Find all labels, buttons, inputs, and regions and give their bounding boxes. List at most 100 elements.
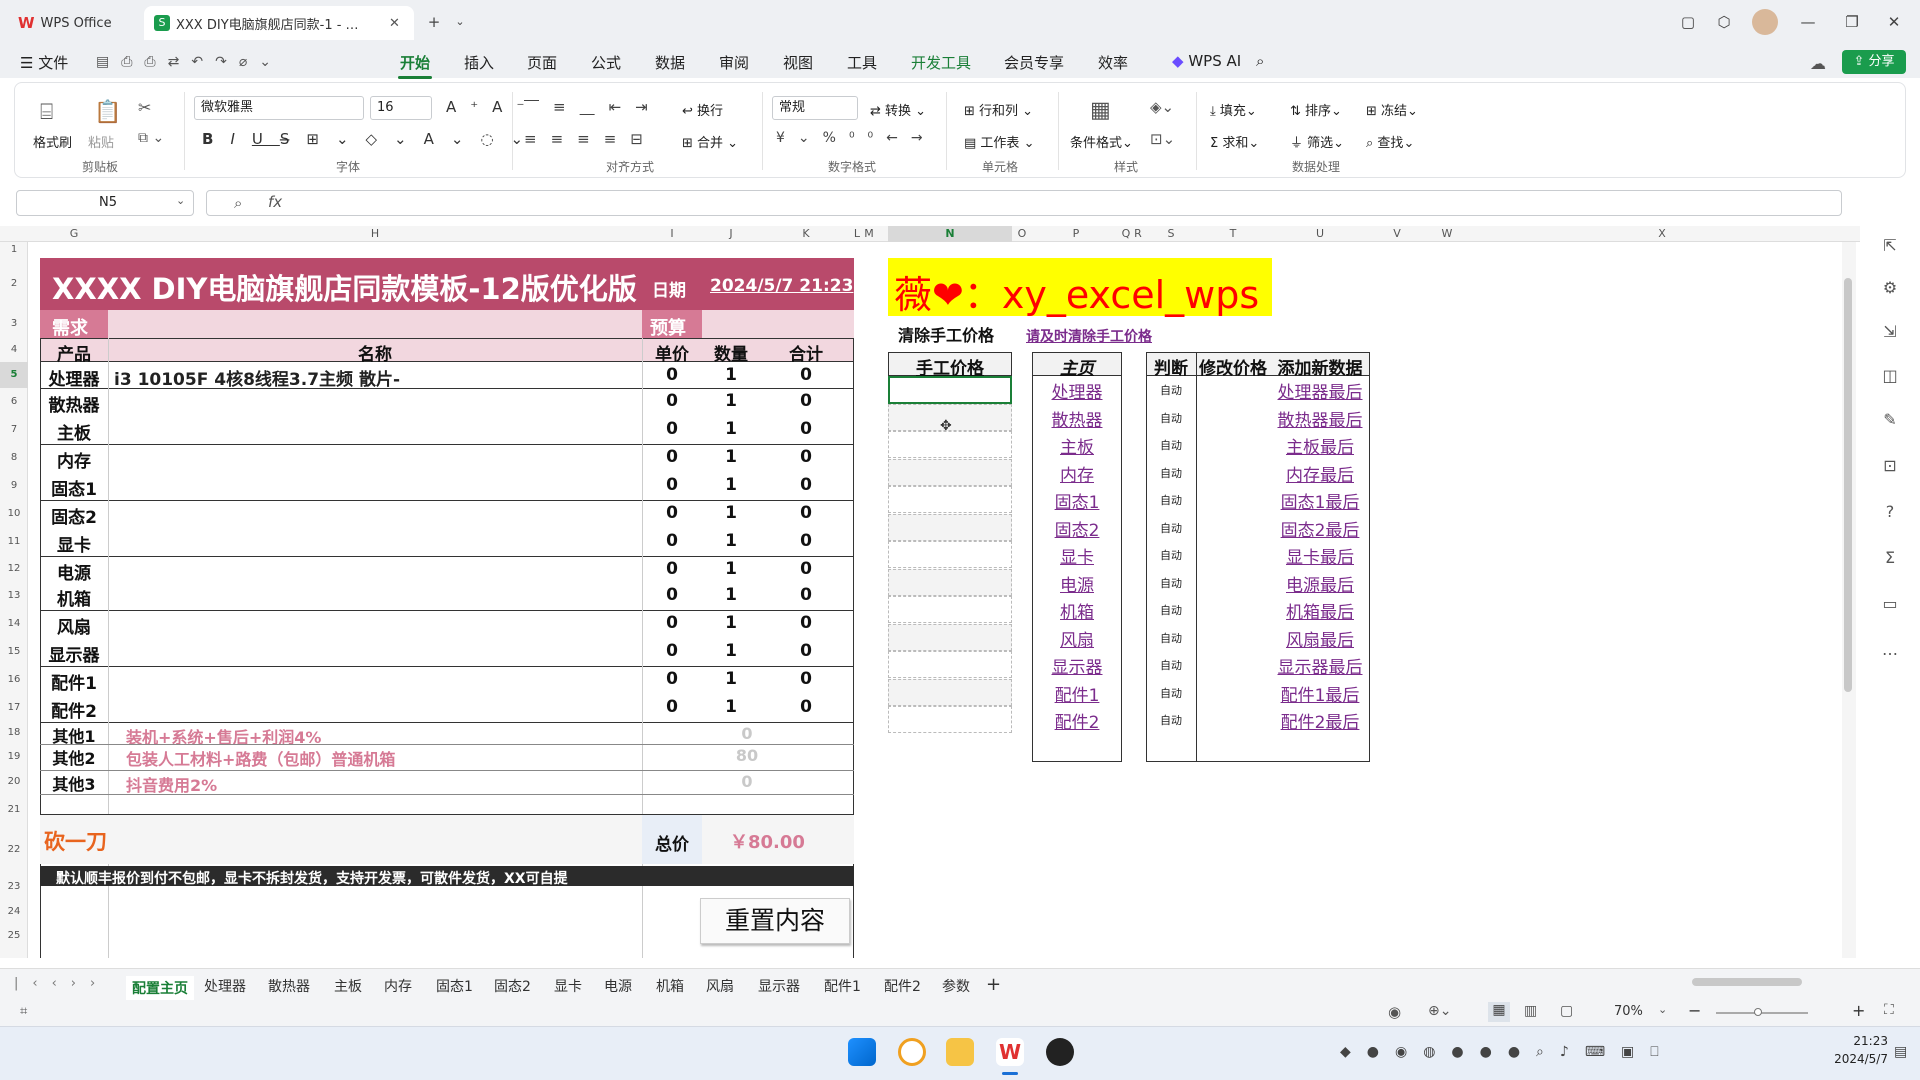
vertical-scroll-thumb[interactable] (1844, 278, 1852, 692)
menu-data[interactable]: 数据 (655, 52, 685, 73)
adjust-icon[interactable]: ⚙ (1880, 278, 1900, 298)
row-col-button[interactable]: ⊞ 行和列 ⌄ (964, 100, 1033, 119)
horizontal-scrollbar[interactable] (1676, 976, 1836, 988)
horizontal-scroll-thumb[interactable] (1692, 978, 1802, 986)
format-painter-button[interactable]: 格式刷 (33, 132, 72, 151)
menu-formula[interactable]: 公式 (591, 52, 621, 73)
conditional-format-icon[interactable]: ▦ (1090, 98, 1111, 123)
number-format-icons[interactable]: ¥⌄%⁰⁰←→ (776, 130, 936, 146)
cut-icon[interactable]: ✂ (138, 98, 151, 117)
find-button[interactable]: ⌕ 查找⌄ (1366, 132, 1414, 151)
manual-price-cell[interactable] (888, 541, 1012, 568)
unit-price[interactable]: 0 (642, 391, 702, 411)
col-header-v[interactable]: V (1370, 226, 1424, 242)
product-name[interactable]: i3 10105F 4核8线程3.7主频 散片- (114, 365, 634, 390)
avatar[interactable] (1752, 9, 1778, 35)
add-data-link[interactable]: 处理器最后 (1270, 378, 1370, 403)
help-icon[interactable]: ? (1880, 502, 1900, 522)
pointer-icon[interactable]: ⇱ (1880, 236, 1900, 256)
freeze-button[interactable]: ⊞ 冻结⌄ (1366, 100, 1418, 119)
quantity[interactable]: 1 (702, 697, 760, 717)
unit-price[interactable]: 0 (642, 531, 702, 551)
unit-price[interactable]: 0 (642, 613, 702, 633)
share-button[interactable]: ⇪ 分享 (1842, 50, 1906, 74)
sort-button[interactable]: ⇅ 排序⌄ (1290, 100, 1342, 119)
row-header[interactable]: 8 (0, 444, 28, 472)
home-link[interactable]: 固态2 (1032, 516, 1122, 541)
home-link[interactable]: 电源 (1032, 571, 1122, 596)
worksheet-button[interactable]: ▤ 工作表 ⌄ (964, 132, 1034, 151)
add-sheet-icon[interactable]: + (986, 974, 1001, 995)
page-break-icon[interactable]: ▢ (1560, 1003, 1573, 1019)
home-link[interactable]: 散热器 (1032, 406, 1122, 431)
sheet-tab[interactable]: 主板 (334, 976, 362, 996)
add-data-link[interactable]: 电源最后 (1270, 571, 1370, 596)
tools-icon[interactable]: ✎ (1880, 410, 1900, 430)
macro-icon[interactable]: ⌗ (20, 1004, 27, 1019)
quantity[interactable]: 1 (702, 503, 760, 523)
col-header-m[interactable]: M (862, 226, 876, 242)
fullscreen-icon[interactable]: ⛶ (1884, 1002, 1894, 1018)
col-header-s[interactable]: S (1146, 226, 1196, 242)
font-style-icons[interactable]: BIUS̶⊞⌄◇⌄A⌄◌⌄ (202, 130, 540, 148)
sheet-tab[interactable]: 显卡 (554, 976, 582, 996)
windows-start-icon[interactable] (848, 1038, 876, 1066)
minimize-icon[interactable]: — (1796, 10, 1820, 34)
file-explorer-icon[interactable] (946, 1038, 974, 1066)
merge-button[interactable]: ⊞ 合并 ⌄ (682, 132, 738, 151)
convert-button[interactable]: ⇄ 转换 ⌄ (870, 100, 926, 119)
obs-icon[interactable] (1046, 1038, 1074, 1066)
zoom-out-icon[interactable]: − (1688, 1001, 1701, 1020)
col-header-g[interactable]: G (40, 226, 108, 242)
paste-icon[interactable]: 📋 (94, 100, 121, 125)
cube-icon[interactable]: ⬡ (1712, 10, 1736, 34)
add-data-link[interactable]: 配件1最后 (1270, 681, 1370, 706)
conditional-format-button[interactable]: 条件格式⌄ (1070, 132, 1133, 151)
fill-button[interactable]: ⤓ 填充⌄ (1210, 100, 1257, 119)
chevron-down-icon[interactable]: ⌄ (448, 10, 472, 34)
other-description[interactable]: 包装人工材料+路费（包邮）普通机箱 (126, 746, 395, 770)
row-header[interactable]: 12 (0, 556, 28, 582)
row-header[interactable]: 7 (0, 416, 28, 444)
export-icon[interactable]: ⇲ (1880, 322, 1900, 342)
formula-input[interactable] (206, 190, 1842, 216)
sheet-tab[interactable]: 配置主页 (126, 976, 194, 1002)
quantity[interactable]: 1 (702, 531, 760, 551)
col-header-k[interactable]: K (760, 226, 852, 242)
name-box[interactable]: N5 (16, 190, 194, 216)
unit-price[interactable]: 0 (642, 641, 702, 661)
quantity[interactable]: 1 (702, 669, 760, 689)
clear-manual-price-link[interactable]: 请及时清除手工价格 (1026, 326, 1152, 346)
row-header[interactable]: 4 (0, 338, 28, 362)
quantity[interactable]: 1 (702, 559, 760, 579)
unit-price[interactable]: 0 (642, 697, 702, 717)
manual-price-cell[interactable] (888, 706, 1012, 733)
manual-price-cell[interactable] (888, 431, 1012, 458)
row-header[interactable]: 23 (0, 874, 28, 900)
zoom-formula-icon[interactable]: ⌕ (234, 194, 242, 212)
chart-icon[interactable]: ◫ (1880, 366, 1900, 386)
manual-price-cell[interactable] (888, 458, 1012, 486)
row-header[interactable]: 2 (0, 258, 28, 310)
other-description[interactable]: 抖音费用2% (126, 772, 217, 796)
taskbar-time[interactable]: 21:23 (1840, 1034, 1888, 1048)
row-header[interactable]: 18 (0, 722, 28, 744)
add-data-link[interactable]: 机箱最后 (1270, 598, 1370, 623)
manual-price-cell[interactable] (888, 651, 1012, 678)
font-size-select[interactable]: 16 (370, 96, 432, 120)
add-data-link[interactable]: 内存最后 (1270, 461, 1370, 486)
new-tab-button[interactable]: + (422, 10, 446, 34)
spreadsheet-grid[interactable]: G H I J K L M N O P Q R S T U V W X 1234… (0, 226, 1860, 958)
quantity[interactable]: 1 (702, 641, 760, 661)
system-tray-icons[interactable]: ◆●◉◍●●●⌕♪⌨▣⎕ (1340, 1044, 1675, 1060)
unit-price[interactable]: 0 (642, 585, 702, 605)
chevron-down-icon[interactable]: ⌄ (1658, 1003, 1667, 1016)
home-link[interactable]: 显卡 (1032, 543, 1122, 568)
restore-icon[interactable]: ❐ (1840, 10, 1864, 34)
sheet-tab[interactable]: 机箱 (656, 976, 684, 996)
more-icon[interactable]: … (1880, 640, 1900, 660)
format-painter-icon[interactable]: ⌸ (40, 100, 53, 125)
home-link[interactable]: 主板 (1032, 433, 1122, 458)
quantity[interactable]: 1 (702, 447, 760, 467)
page-layout-icon[interactable]: ▥ (1524, 1003, 1537, 1019)
